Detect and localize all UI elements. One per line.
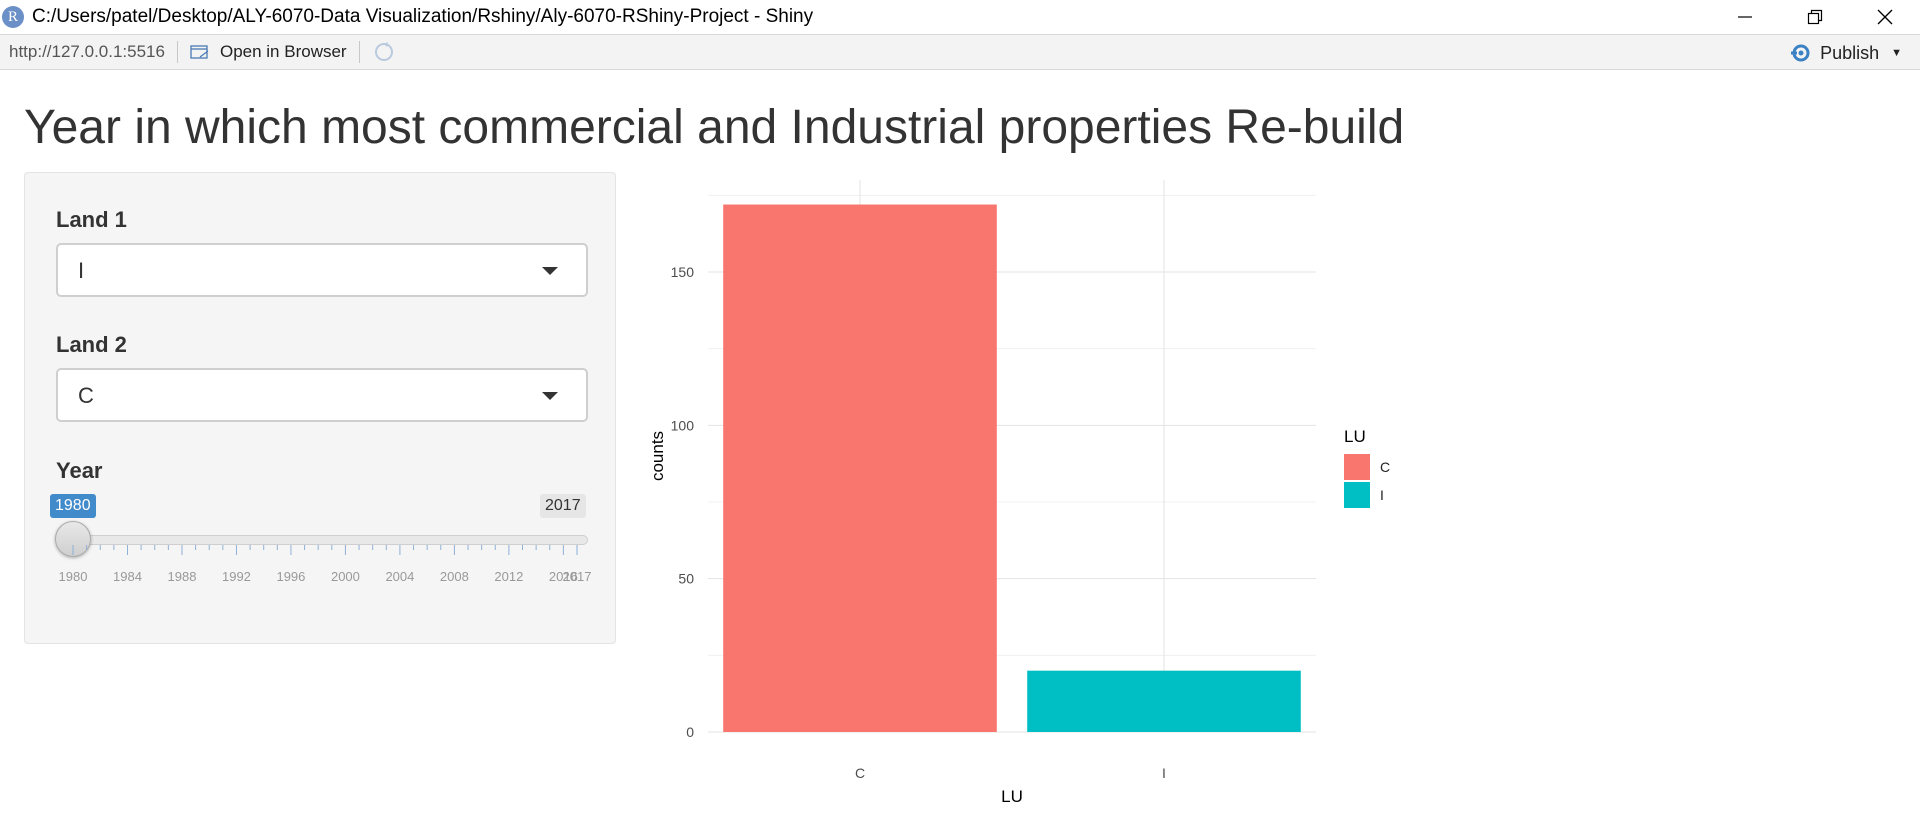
slider-tick-label: 2000 — [330, 569, 360, 584]
land1-label: Land 1 — [56, 207, 127, 232]
land2-select[interactable]: C — [56, 368, 588, 422]
restore-icon — [1807, 9, 1823, 25]
year-min-value-badge: 1980 — [50, 494, 96, 518]
bar-C — [723, 204, 997, 732]
dropdown-arrow-icon — [542, 267, 558, 275]
dropdown-arrow-icon — [542, 392, 558, 400]
slider-tick-label: 1996 — [276, 569, 306, 584]
slider-tick-label: 1988 — [167, 569, 197, 584]
land1-selected-value: I — [78, 258, 85, 283]
legend-label: C — [1380, 459, 1390, 475]
year-slider-track[interactable] — [63, 535, 588, 545]
y-tick-label: 50 — [678, 571, 694, 587]
window-controls — [1710, 0, 1920, 34]
legend-title: LU — [1344, 427, 1366, 446]
land2-label: Land 2 — [56, 332, 127, 357]
y-tick-label: 0 — [686, 724, 694, 740]
y-axis-title: counts — [648, 431, 667, 481]
land2-selected-value: C — [78, 383, 94, 408]
bar-chart: 050100150C ILUcounts LUCI — [648, 180, 1390, 806]
restore-button[interactable] — [1780, 0, 1850, 34]
publish-icon — [1791, 44, 1810, 62]
slider-tick-label: 1980 — [58, 569, 88, 584]
year-max-value-badge: 2017 — [540, 494, 586, 518]
y-tick-label: 100 — [671, 417, 695, 433]
toolbar-divider — [176, 41, 178, 63]
minimize-icon — [1738, 16, 1752, 18]
r-app-icon: R — [2, 6, 24, 28]
chevron-down-icon[interactable]: ▼ — [1891, 47, 1902, 59]
window-title-bar: R C:/Users/patel/Desktop/ALY-6070-Data V… — [0, 0, 1920, 34]
viewer-toolbar: http://127.0.0.1:5516 Open in Browser Pu… — [0, 34, 1920, 70]
slider-tick-label: 2017 — [562, 569, 592, 584]
land1-select[interactable]: I — [56, 243, 588, 297]
open-in-browser-button[interactable]: Open in Browser — [190, 42, 347, 62]
x-axis-title: LU — [1001, 787, 1023, 806]
sidebar-panel: Land 1 I Land 2 C Year 1980 2017 1980 198… — [24, 172, 616, 644]
minimize-button[interactable] — [1710, 0, 1780, 34]
slider-tick-label: 2004 — [385, 569, 415, 584]
year-label: Year — [56, 458, 103, 483]
url-display: http://127.0.0.1:5516 — [9, 42, 165, 61]
refresh-button[interactable] — [372, 40, 396, 64]
publish-button[interactable]: Publish ▼ — [1789, 35, 1902, 71]
slider-tick-label: 1992 — [221, 569, 251, 584]
x-tick-label: I — [1162, 765, 1166, 781]
refresh-icon — [374, 42, 393, 61]
bar-I — [1027, 670, 1301, 732]
legend-key-I — [1344, 482, 1370, 508]
browser-window-icon — [190, 45, 209, 59]
legend-key-C — [1344, 454, 1370, 480]
y-tick-label: 150 — [671, 264, 695, 280]
slider-tick-label: 2012 — [494, 569, 524, 584]
slider-tick-label: 1984 — [113, 569, 142, 584]
x-tick-label: C — [855, 765, 865, 781]
toolbar-divider — [358, 41, 360, 63]
slider-tick-label: 2008 — [439, 569, 469, 584]
close-icon — [1877, 9, 1893, 25]
open-in-browser-label: Open in Browser — [219, 42, 347, 61]
publish-label: Publish — [1820, 42, 1880, 63]
page-title: Year in which most commercial and Indust… — [24, 101, 1405, 154]
window-title: C:/Users/patel/Desktop/ALY-6070-Data Vis… — [32, 6, 814, 27]
legend-label: I — [1380, 487, 1384, 503]
close-button[interactable] — [1850, 0, 1920, 34]
